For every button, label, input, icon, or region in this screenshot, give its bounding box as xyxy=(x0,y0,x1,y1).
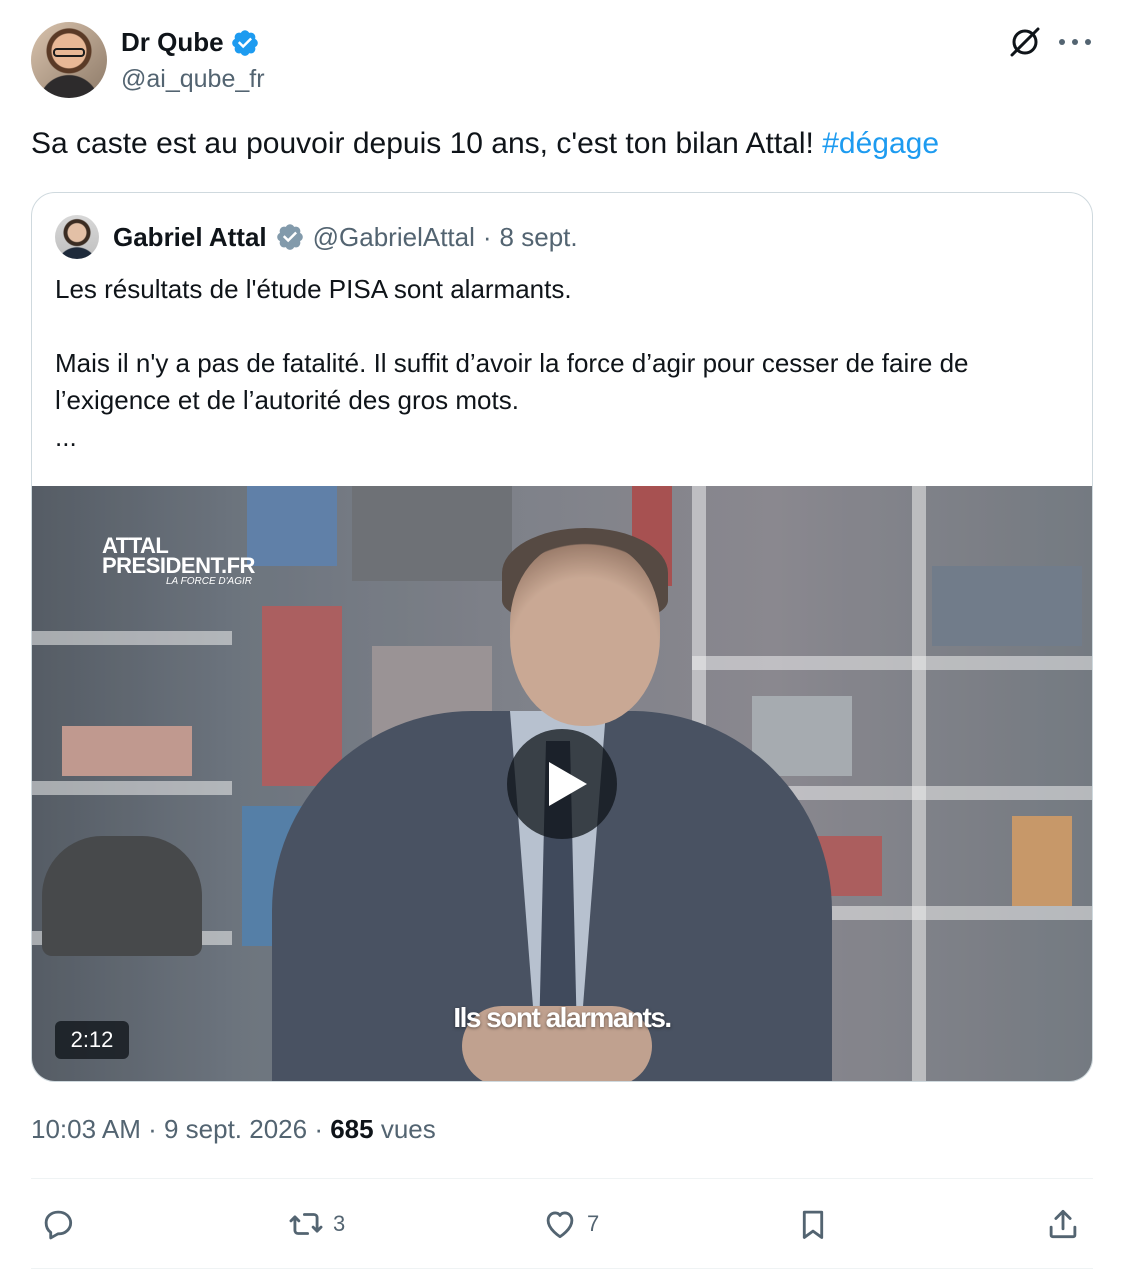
more-options-icon[interactable] xyxy=(1059,32,1091,52)
quoted-date[interactable]: 8 sept. xyxy=(500,222,578,253)
quoted-ellipsis: ... xyxy=(55,422,77,452)
tweet-header: Dr Qube @ai_qube_fr xyxy=(31,22,1093,100)
quoted-tweet-header: Gabriel Attal @GabrielAttal · 8 sept. xyxy=(55,215,578,259)
quoted-separator: · xyxy=(482,221,492,252)
author-handle[interactable]: @ai_qube_fr xyxy=(121,65,265,94)
divider xyxy=(31,1178,1093,1179)
tweet-date[interactable]: 9 sept. 2026 xyxy=(164,1114,307,1144)
video-logo-line2: PRESIDENT.FR xyxy=(102,553,255,578)
quoted-author-handle[interactable]: @GabrielAttal xyxy=(313,222,475,253)
views-label: vues xyxy=(373,1114,436,1144)
quoted-paragraph-2: Mais il n'y a pas de fatalité. Il suffit… xyxy=(55,348,969,415)
video-subtitle: Ils sont alarmants. xyxy=(453,1002,672,1033)
video-logo: ATTAL PRESIDENT.FR LA FORCE D'AGIR xyxy=(102,535,255,588)
video-duration: 2:12 xyxy=(55,1021,129,1059)
bookmark-button[interactable] xyxy=(794,1199,832,1249)
like-button[interactable]: 7 xyxy=(541,1199,599,1249)
meta-separator-2: · xyxy=(307,1114,331,1144)
share-button[interactable] xyxy=(1044,1199,1082,1249)
tweet-meta: 10:03 AM · 9 sept. 2026 · 685 vues xyxy=(31,1114,436,1145)
retweet-count: 3 xyxy=(333,1211,346,1236)
tweet-body: Sa caste est au pouvoir depuis 10 ans, c… xyxy=(31,127,823,160)
video-player[interactable]: ATTAL PRESIDENT.FR LA FORCE D'AGIR Ils s… xyxy=(32,486,1092,1081)
author-name[interactable]: Dr Qube xyxy=(121,27,224,58)
hashtag-link[interactable]: #dégage xyxy=(822,127,939,160)
divider-bottom xyxy=(31,1268,1093,1269)
video-logo-line3: LA FORCE D'AGIR xyxy=(166,576,252,587)
tweet-time[interactable]: 10:03 AM xyxy=(31,1114,141,1144)
like-count: 7 xyxy=(587,1211,600,1236)
tweet-text: Sa caste est au pouvoir depuis 10 ans, c… xyxy=(31,127,939,161)
grok-icon[interactable] xyxy=(1007,24,1043,60)
share-icon xyxy=(1049,1209,1077,1239)
quoted-tweet[interactable]: Gabriel Attal @GabrielAttal · 8 sept. Le… xyxy=(31,192,1093,1082)
bookmark-icon xyxy=(802,1210,824,1239)
quoted-avatar[interactable] xyxy=(55,215,99,259)
action-bar: 3 7 xyxy=(31,1199,1093,1249)
reply-button[interactable] xyxy=(39,1199,85,1249)
quoted-tweet-text: Les résultats de l'étude PISA sont alarm… xyxy=(55,271,1075,456)
retweet-icon xyxy=(289,1213,323,1235)
avatar[interactable] xyxy=(31,22,107,98)
quoted-author-name[interactable]: Gabriel Attal xyxy=(113,222,267,253)
play-button-icon[interactable] xyxy=(507,729,617,839)
grey-verified-badge-icon xyxy=(276,224,303,250)
heart-icon xyxy=(546,1211,574,1239)
quoted-paragraph-1: Les résultats de l'étude PISA sont alarm… xyxy=(55,274,572,304)
reply-icon xyxy=(44,1210,73,1240)
meta-separator: · xyxy=(140,1114,164,1144)
author-name-row: Dr Qube xyxy=(121,27,260,58)
retweet-button[interactable]: 3 xyxy=(287,1199,345,1249)
views-count: 685 xyxy=(330,1114,374,1144)
verified-badge-icon xyxy=(231,29,258,56)
